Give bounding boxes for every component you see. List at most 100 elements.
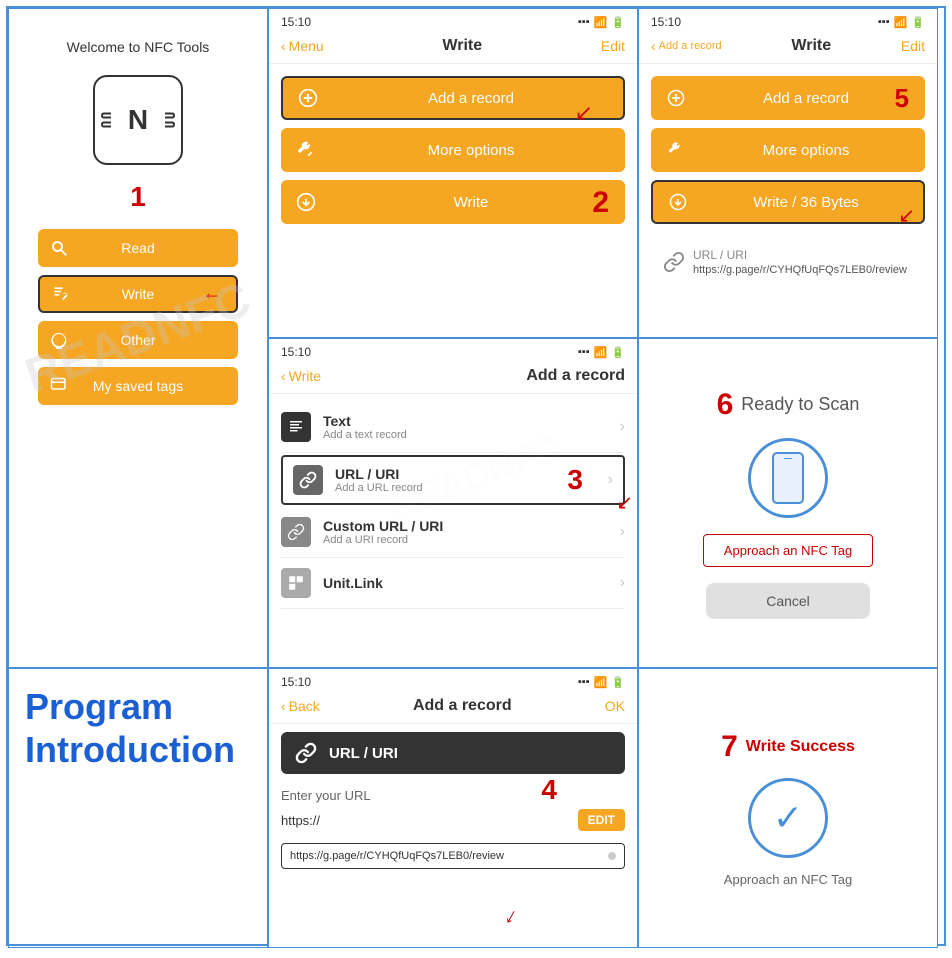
status-icons-3: ▪▪▪ 📶 🔋 [578, 346, 625, 359]
status-time-4: 15:10 [281, 675, 311, 689]
url-record-sub: Add a URL record [335, 482, 596, 494]
text-record-item[interactable]: Text Add a text record › [281, 402, 625, 453]
approach-btn[interactable]: Approach an NFC Tag [703, 534, 873, 567]
step-2: 2 [592, 186, 609, 220]
url-form: URL / URI Enter your URL https:// EDIT h… [269, 724, 637, 947]
custom-url-item[interactable]: Custom URL / URI Add a URI record › [281, 507, 625, 558]
panel-url-input: 15:10 ▪▪▪ 📶 🔋 ‹ Back Add a record OK URL… [268, 668, 638, 948]
prog-intro-text: Program Introduction [25, 685, 235, 771]
add-record-5[interactable]: Add a record 5 [651, 76, 925, 120]
status-bar-4: 15:10 ▪▪▪ 📶 🔋 [269, 669, 637, 693]
custom-url-icon [281, 517, 311, 547]
program-introduction: READNFC Program Introduction [8, 668, 268, 948]
nav-back-3[interactable]: ‹ Write [281, 368, 321, 384]
prog-line2: Introduction [25, 728, 235, 771]
add-record-row[interactable]: Add a record ↙ [281, 76, 625, 120]
panel-write-success: 7 Write Success ✓ Approach an NFC Tag [638, 668, 938, 948]
url-icon [293, 465, 323, 495]
url-header-text: URL / URI [329, 745, 398, 762]
text-record-sub: Add a text record [323, 429, 608, 441]
nav-title-3: Add a record [526, 367, 625, 385]
enter-url-label: Enter your URL [281, 788, 625, 803]
wave-arc [165, 122, 175, 128]
nfc-letter: N [128, 104, 148, 136]
write-screen: 15:10 ▪▪▪ 📶 🔋 ‹ Menu Write Edit Add [269, 9, 637, 337]
write-bytes-row[interactable]: Write / 36 Bytes ↙ [651, 180, 925, 224]
url-record-item[interactable]: URL / URI Add a URL record › ↙ 3 [281, 455, 625, 505]
write-label: Write [122, 286, 154, 302]
nav-back-5[interactable]: ‹ Add a record [651, 38, 722, 54]
status-time-3: 15:10 [281, 345, 311, 359]
write-bytes-screen: 15:10 ▪▪▪ 📶 🔋 ‹ Add a record Write Edit … [639, 9, 937, 337]
chevron-unit: › [620, 574, 625, 592]
battery-icon: 🔋 [611, 16, 625, 29]
saved-tags-button[interactable]: My saved tags [38, 367, 238, 405]
nav-back-4[interactable]: ‹ Back [281, 698, 320, 714]
status-time-5: 15:10 [651, 15, 681, 29]
more-options-row[interactable]: More options [281, 128, 625, 172]
wave-arc [101, 113, 111, 119]
battery-3: 🔋 [611, 346, 625, 359]
edit-btn[interactable]: EDIT [578, 809, 625, 831]
other-button[interactable]: Other [38, 321, 238, 359]
write-arrow: ← [202, 283, 222, 306]
more-options-5-label: More options [699, 142, 913, 159]
arrow-4: ↓ [500, 902, 523, 930]
custom-url-sub: Add a URI record [323, 534, 608, 546]
url-header-row: URL / URI [281, 732, 625, 774]
nfc-icon: N [93, 75, 183, 165]
status-icons-4: ▪▪▪ 📶 🔋 [578, 676, 625, 689]
read-label: Read [121, 240, 154, 256]
url-info: URL / URI https://g.page/r/CYHQfUqFQs7LE… [651, 240, 925, 284]
chevron-url: › [608, 471, 613, 489]
nav-bar-5: ‹ Add a record Write Edit [639, 33, 937, 64]
status-time: 15:10 [281, 15, 311, 29]
add-record-label: Add a record [331, 90, 611, 107]
arrow-5: ↙ [898, 203, 915, 228]
cancel-btn[interactable]: Cancel [706, 583, 870, 619]
write-button[interactable]: Write ← [38, 275, 238, 313]
wrench-5 [663, 137, 689, 163]
nav-edit[interactable]: Edit [601, 38, 625, 54]
wrench-icon [293, 137, 319, 163]
text-icon [281, 412, 311, 442]
wave-arc [101, 122, 111, 128]
write-row[interactable]: Write 2 [281, 180, 625, 224]
wave-arc [165, 113, 175, 119]
wifi-4: 📶 [594, 676, 608, 689]
chevron-custom: › [620, 523, 625, 541]
screen-content-5: Add a record 5 More options Write / 36 B… [639, 64, 937, 337]
write-icon [50, 283, 72, 305]
battery-5: 🔋 [911, 16, 925, 29]
tag-icon [48, 375, 70, 397]
more-options-5[interactable]: More options [651, 128, 925, 172]
other-label: Other [120, 332, 155, 348]
wifi-5: 📶 [894, 16, 908, 29]
download-icon [293, 189, 319, 215]
url-full-text: https://g.page/r/CYHQfUqFQs7LEB0/review [290, 850, 602, 862]
plus-icon-5 [663, 85, 689, 111]
status-icons: ▪▪▪ 📶 🔋 [578, 16, 625, 29]
welcome-text: Welcome to NFC Tools [67, 39, 210, 55]
wifi-icon: 📶 [594, 16, 608, 29]
saved-tags-label: My saved tags [93, 378, 183, 394]
nav-edit-5[interactable]: Edit [901, 38, 925, 54]
nav-title-4: Add a record [413, 697, 512, 715]
status-bar-3: 15:10 ▪▪▪ 📶 🔋 [269, 339, 637, 363]
url-full-input[interactable]: https://g.page/r/CYHQfUqFQs7LEB0/review [281, 843, 625, 869]
nav-back-menu[interactable]: ‹ Menu [281, 38, 324, 54]
nav-bar-3: ‹ Write Add a record [269, 363, 637, 394]
step-7: 7 [721, 730, 738, 764]
battery-4: 🔋 [611, 676, 625, 689]
step-3: 3 [567, 464, 583, 496]
add-record-5-label: Add a record [699, 90, 913, 107]
read-button[interactable]: Read [38, 229, 238, 267]
record-list: Text Add a text record › URL / URI Add a… [269, 394, 637, 667]
unit-link-item[interactable]: Unit.Link › [281, 558, 625, 609]
checkmark-icon: ✓ [773, 797, 803, 839]
panel-add-record: 15:10 ▪▪▪ 📶 🔋 ‹ Write Add a record [268, 338, 638, 668]
phone-scan-icon [748, 438, 828, 518]
signal-3: ▪▪▪ [578, 346, 590, 358]
nav-ok[interactable]: OK [605, 698, 625, 714]
status-icons-5: ▪▪▪ 📶 🔋 [878, 16, 925, 29]
